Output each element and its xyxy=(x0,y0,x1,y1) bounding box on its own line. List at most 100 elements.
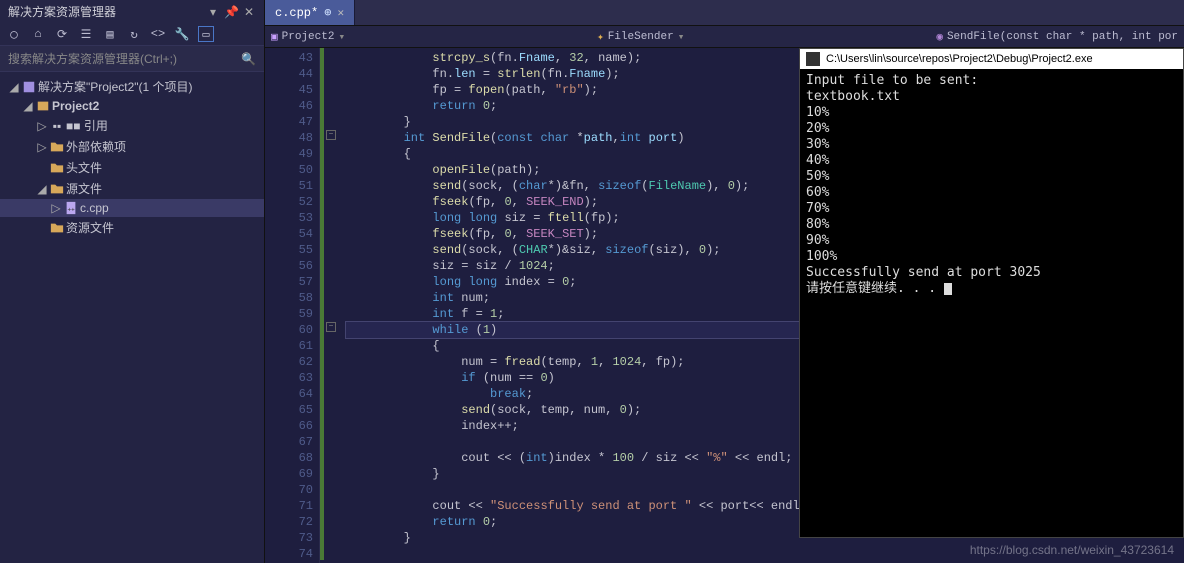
project-icon xyxy=(34,99,52,113)
console-title-text: C:\Users\lin\source\repos\Project2\Debug… xyxy=(826,53,1093,65)
line-number: 53 xyxy=(265,210,313,226)
folder-icon xyxy=(48,140,66,154)
chevron-down-icon[interactable]: ▾ xyxy=(678,30,685,44)
resources-node[interactable]: 资源文件 xyxy=(0,217,264,238)
references-node[interactable]: ▷ ▪▪ ■■ 引用 xyxy=(0,115,264,136)
console-app-icon xyxy=(806,52,820,66)
sync-icon[interactable]: ⟳ xyxy=(54,26,70,42)
line-number: 66 xyxy=(265,418,313,434)
show-all-icon[interactable]: ▤ xyxy=(102,26,118,42)
line-number: 48 xyxy=(265,130,313,146)
solution-label: 解决方案"Project2"(1 个项目) xyxy=(38,78,193,95)
line-number: 69 xyxy=(265,466,313,482)
line-number: 74 xyxy=(265,546,313,562)
expand-icon[interactable]: ▷ xyxy=(36,119,48,133)
project-icon: ▣ xyxy=(271,30,278,44)
properties-icon[interactable]: <> xyxy=(150,26,166,42)
fold-toggle-icon[interactable]: − xyxy=(326,322,336,332)
expand-icon[interactable] xyxy=(36,161,48,175)
project-node[interactable]: ◢ Project2 xyxy=(0,97,264,115)
node-label: 源文件 xyxy=(66,180,102,197)
collapse-icon[interactable]: ☰ xyxy=(78,26,94,42)
view-icon[interactable]: ▭ xyxy=(198,26,214,42)
crumb-label: Project2 xyxy=(282,31,335,43)
expand-icon[interactable]: ▷ xyxy=(36,140,48,154)
line-number: 50 xyxy=(265,162,313,178)
wrench-icon[interactable]: 🔧 xyxy=(174,26,190,42)
external-deps-node[interactable]: ▷ 外部依赖项 xyxy=(0,136,264,157)
line-number: 54 xyxy=(265,226,313,242)
svg-text:++: ++ xyxy=(68,207,76,214)
line-number: 58 xyxy=(265,290,313,306)
crumb-label: FileSender xyxy=(608,31,674,43)
line-number: 56 xyxy=(265,258,313,274)
line-number: 72 xyxy=(265,514,313,530)
line-number: 62 xyxy=(265,354,313,370)
tab-close-icon[interactable]: ✕ xyxy=(337,6,344,20)
expand-icon[interactable]: ◢ xyxy=(36,182,48,196)
node-label: 资源文件 xyxy=(66,219,114,236)
refresh-icon[interactable]: ↻ xyxy=(126,26,142,42)
chevron-down-icon[interactable]: ▾ xyxy=(338,30,345,44)
expand-icon[interactable] xyxy=(36,221,48,235)
crumb-label: SendFile(const char * path, int por xyxy=(947,31,1178,43)
headers-node[interactable]: 头文件 xyxy=(0,157,264,178)
console-window[interactable]: C:\Users\lin\source\repos\Project2\Debug… xyxy=(799,48,1184,538)
search-placeholder: 搜索解决方案资源管理器(Ctrl+;) xyxy=(8,50,177,67)
folder-icon xyxy=(48,161,66,175)
home-icon[interactable]: ⌂ xyxy=(30,26,46,42)
crumb-method[interactable]: ◉ SendFile(const char * path, int por xyxy=(936,30,1178,44)
solution-explorer-panel: 解决方案资源管理器 ▾ 📌 ✕ ◯ ⌂ ⟳ ☰ ▤ ↻ <> 🔧 ▭ 搜索解决方… xyxy=(0,0,265,563)
line-number: 52 xyxy=(265,194,313,210)
node-label: 外部依赖项 xyxy=(66,138,126,155)
folder-icon xyxy=(48,182,66,196)
folder-icon xyxy=(48,221,66,235)
file-ccpp[interactable]: ▷ ++ c.cpp xyxy=(0,199,264,217)
line-number: 65 xyxy=(265,402,313,418)
solution-node[interactable]: ◢ 解决方案"Project2"(1 个项目) xyxy=(0,76,264,97)
fold-toggle-icon[interactable]: − xyxy=(326,130,336,140)
tab-ccpp[interactable]: c.cpp* ⊕ ✕ xyxy=(265,0,355,25)
editor-tabs: c.cpp* ⊕ ✕ xyxy=(265,0,1184,26)
back-icon[interactable]: ◯ xyxy=(6,26,22,42)
expand-icon[interactable]: ▷ xyxy=(50,201,62,215)
line-number: 49 xyxy=(265,146,313,162)
close-icon[interactable]: ✕ xyxy=(242,5,256,19)
crumb-class[interactable]: ✦ FileSender ▾ xyxy=(597,30,684,44)
solution-search[interactable]: 搜索解决方案资源管理器(Ctrl+;) 🔍 xyxy=(0,46,264,72)
references-icon: ▪▪ xyxy=(48,119,66,133)
node-label: ■■ 引用 xyxy=(66,117,108,134)
panel-title-bar: 解决方案资源管理器 ▾ 📌 ✕ xyxy=(0,0,264,23)
console-titlebar[interactable]: C:\Users\lin\source\repos\Project2\Debug… xyxy=(800,49,1183,69)
node-label: 头文件 xyxy=(66,159,102,176)
cpp-file-icon: ++ xyxy=(62,201,80,215)
line-number: 60 xyxy=(265,322,313,338)
solution-toolbar: ◯ ⌂ ⟳ ☰ ▤ ↻ <> 🔧 ▭ xyxy=(0,23,264,46)
line-number: 70 xyxy=(265,482,313,498)
line-number: 61 xyxy=(265,338,313,354)
line-number: 51 xyxy=(265,178,313,194)
line-number: 63 xyxy=(265,370,313,386)
expand-icon[interactable]: ◢ xyxy=(8,80,20,94)
line-number: 47 xyxy=(265,114,313,130)
sources-node[interactable]: ◢ 源文件 xyxy=(0,178,264,199)
tab-pin-icon[interactable]: ⊕ xyxy=(324,5,331,20)
file-label: c.cpp xyxy=(80,201,109,215)
watermark-text: https://blog.csdn.net/weixin_43723614 xyxy=(970,543,1174,557)
line-number: 43 xyxy=(265,50,313,66)
panel-menu-icon[interactable]: ▾ xyxy=(206,5,220,19)
class-icon: ✦ xyxy=(597,30,604,44)
method-icon: ◉ xyxy=(936,30,943,44)
pin-icon[interactable]: 📌 xyxy=(224,5,238,19)
search-icon[interactable]: 🔍 xyxy=(241,52,256,66)
panel-title-text: 解决方案资源管理器 xyxy=(8,3,116,20)
expand-icon[interactable]: ◢ xyxy=(22,99,34,113)
line-number: 73 xyxy=(265,530,313,546)
line-number: 57 xyxy=(265,274,313,290)
line-number: 71 xyxy=(265,498,313,514)
line-number: 59 xyxy=(265,306,313,322)
fold-column: −− xyxy=(324,48,340,563)
crumb-project[interactable]: ▣ Project2 ▾ xyxy=(271,30,345,44)
line-number: 64 xyxy=(265,386,313,402)
line-number: 55 xyxy=(265,242,313,258)
